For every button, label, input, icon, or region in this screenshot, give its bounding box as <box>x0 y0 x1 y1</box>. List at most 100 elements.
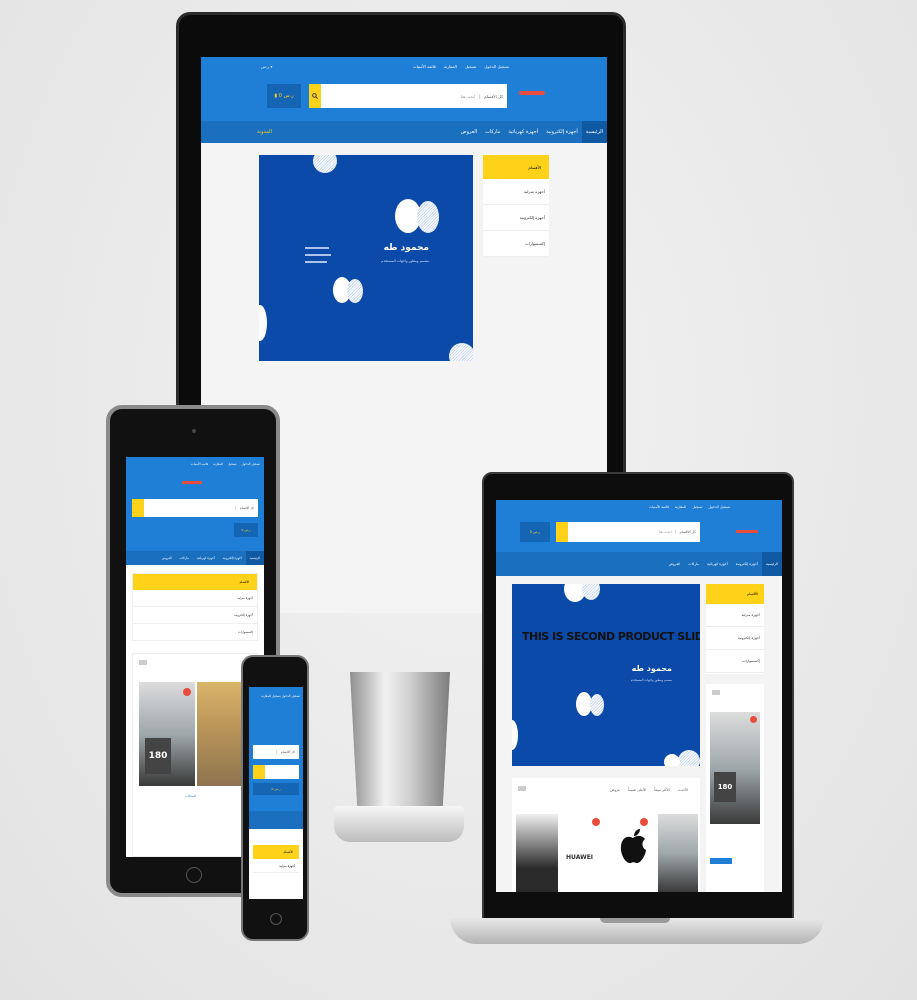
search-input[interactable] <box>253 765 299 779</box>
category-panel-title[interactable]: الأقسام <box>253 845 299 859</box>
huawei-logo-icon: HUAWEI <box>566 854 594 861</box>
category-row[interactable]: أجهزة إلكترونية <box>706 627 764 650</box>
top-link[interactable]: تسجيل <box>465 64 477 69</box>
cart-box[interactable]: 0 ر.س <box>520 522 550 542</box>
top-link[interactable]: المقارنة <box>444 64 457 69</box>
slider-arrows[interactable] <box>518 786 526 791</box>
product-image[interactable]: 180 <box>710 712 760 824</box>
search-bar[interactable]: كل الأقسام <box>253 745 299 759</box>
product-image[interactable] <box>610 814 654 892</box>
nav-item[interactable]: أجهزة كهربائية <box>703 562 732 566</box>
category-row[interactable]: أجهزة منزلية <box>706 604 764 627</box>
monitor-stand-base <box>334 806 464 842</box>
category-row[interactable]: أجهزة منزلية <box>253 859 299 873</box>
tablet-nav: الرئيسية أجهزة إلكترونية أجهزة كهربائية … <box>126 551 264 565</box>
category-select[interactable]: كل الأقسام <box>479 93 507 99</box>
nav-item[interactable]: العروض <box>457 129 482 135</box>
product-section: 180 المنتجات <box>132 653 258 857</box>
product-price-graphic: 180 <box>145 738 171 774</box>
hero-slider[interactable]: THIS IS SECOND PRODUCT SLIDER محمود طه م… <box>512 584 700 766</box>
currency-select[interactable]: ر.س ▾ <box>261 64 272 69</box>
top-link[interactable]: قائمة الأمنيات <box>191 462 208 466</box>
category-row[interactable]: أجهزة إلكترونية <box>483 205 549 231</box>
category-row[interactable]: إكسسوارات <box>483 231 549 257</box>
search-bar[interactable]: كل الأقسام ابحث هنا <box>309 84 507 108</box>
top-link[interactable]: تسجيل الدخول <box>708 505 730 509</box>
top-link[interactable]: تسجيل <box>272 694 281 698</box>
category-panel-title[interactable]: الأقسام <box>483 155 549 179</box>
product-tab[interactable]: الأكثر مبيعاً <box>654 788 669 792</box>
top-link[interactable]: المقارنة <box>213 462 223 466</box>
logo <box>736 530 758 533</box>
cart-box[interactable]: 0 ر.س <box>253 783 299 795</box>
top-link[interactable]: المقارنة <box>675 505 686 509</box>
top-link[interactable]: تسجيل الدخول <box>282 694 301 698</box>
nav-item[interactable]: أجهزة إلكترونية <box>219 556 246 560</box>
search-bar[interactable]: كل الأقسام ابحث هنا <box>556 522 700 542</box>
top-link[interactable]: تسجيل <box>228 462 237 466</box>
apple-logo-icon <box>620 829 646 864</box>
category-select[interactable]: كل الأقسام <box>275 750 299 754</box>
hero-slider[interactable]: محمود طه مصمم ومطور واجهات المستخدم <box>259 155 473 361</box>
nav-item[interactable]: ماركات <box>176 556 193 560</box>
product-tab[interactable]: الأعلى تقييماً <box>628 788 646 792</box>
nav-item[interactable]: أجهزة كهربائية <box>193 556 219 560</box>
top-link[interactable]: المقارنة <box>261 694 271 698</box>
category-row[interactable]: أجهزة إلكترونية <box>133 607 257 624</box>
product-image[interactable] <box>658 814 698 892</box>
home-button-icon[interactable] <box>270 913 282 925</box>
nav-item[interactable]: أجهزة إلكترونية <box>542 129 582 135</box>
product-image[interactable]: 180 <box>139 682 195 786</box>
decor-circle <box>664 754 680 766</box>
slider-arrows[interactable] <box>139 660 147 665</box>
nav-side-link[interactable]: المدونة <box>257 129 272 135</box>
product-title[interactable]: المنتجات <box>185 794 196 798</box>
top-link[interactable]: تسجيل الدخول <box>484 64 509 69</box>
product-tab[interactable]: عروض <box>610 788 620 792</box>
nav-item[interactable]: أجهزة كهربائية <box>504 129 542 135</box>
product-image[interactable]: HUAWEI <box>562 814 606 892</box>
top-link[interactable]: تسجيل الدخول <box>242 462 261 466</box>
add-to-cart-button[interactable] <box>710 858 732 864</box>
nav-item[interactable]: العروض <box>665 562 685 566</box>
search-button[interactable] <box>132 499 144 517</box>
search-button[interactable] <box>253 765 265 779</box>
top-link[interactable]: قائمة الأمنيات <box>413 64 436 69</box>
category-row[interactable]: إكسسوارات <box>706 650 764 673</box>
category-row[interactable]: أجهزة منزلية <box>483 179 549 205</box>
search-input[interactable]: ابحث هنا <box>461 94 480 99</box>
phone-nav-toggle[interactable] <box>249 811 303 829</box>
nav-item[interactable]: الرئيسية <box>581 121 607 143</box>
decor-circle <box>259 305 267 341</box>
cart-box[interactable]: ▮ 0 ر.س <box>267 84 301 108</box>
search-input[interactable]: ابحث هنا <box>659 530 675 534</box>
category-row[interactable]: أجهزة منزلية <box>133 590 257 607</box>
product-tab[interactable]: الأحدث <box>678 788 688 792</box>
search-bar[interactable]: كل الأقسام <box>132 499 258 517</box>
nav-item[interactable]: أجهزة إلكترونية <box>732 562 762 566</box>
category-select[interactable]: كل الأقسام <box>674 530 700 534</box>
product-image[interactable] <box>516 814 558 892</box>
sale-badge <box>592 818 600 826</box>
category-panel-title[interactable]: الأقسام <box>706 584 764 604</box>
cart-box[interactable]: 0 ر.س <box>234 523 258 537</box>
nav-item[interactable]: العروض <box>158 556 176 560</box>
sale-badge <box>640 818 648 826</box>
top-link[interactable]: تسجيل <box>692 505 702 509</box>
laptop-lid: تسجيل الدخول تسجيل المقارنة قائمة الأمني… <box>482 472 794 920</box>
home-button-icon[interactable] <box>186 867 202 883</box>
nav-item[interactable]: الرئيسية <box>761 552 782 576</box>
search-button[interactable] <box>556 522 568 542</box>
search-button[interactable] <box>309 84 321 108</box>
top-link[interactable]: قائمة الأمنيات <box>649 505 669 509</box>
cart-icon: ▮ <box>274 93 278 99</box>
nav-item[interactable]: ماركات <box>481 129 504 135</box>
category-select[interactable]: كل الأقسام <box>234 506 258 510</box>
nav-item[interactable]: ماركات <box>684 562 703 566</box>
phone-screen: تسجيل الدخول تسجيل المقارنة كل الأقسام 0… <box>249 687 303 899</box>
slider-arrows[interactable] <box>712 690 720 695</box>
category-panel-title[interactable]: الأقسام <box>133 574 257 590</box>
category-row[interactable]: إكسسوارات <box>133 624 257 641</box>
nav-item[interactable]: الرئيسية <box>245 551 264 565</box>
decor-circle <box>512 720 518 750</box>
